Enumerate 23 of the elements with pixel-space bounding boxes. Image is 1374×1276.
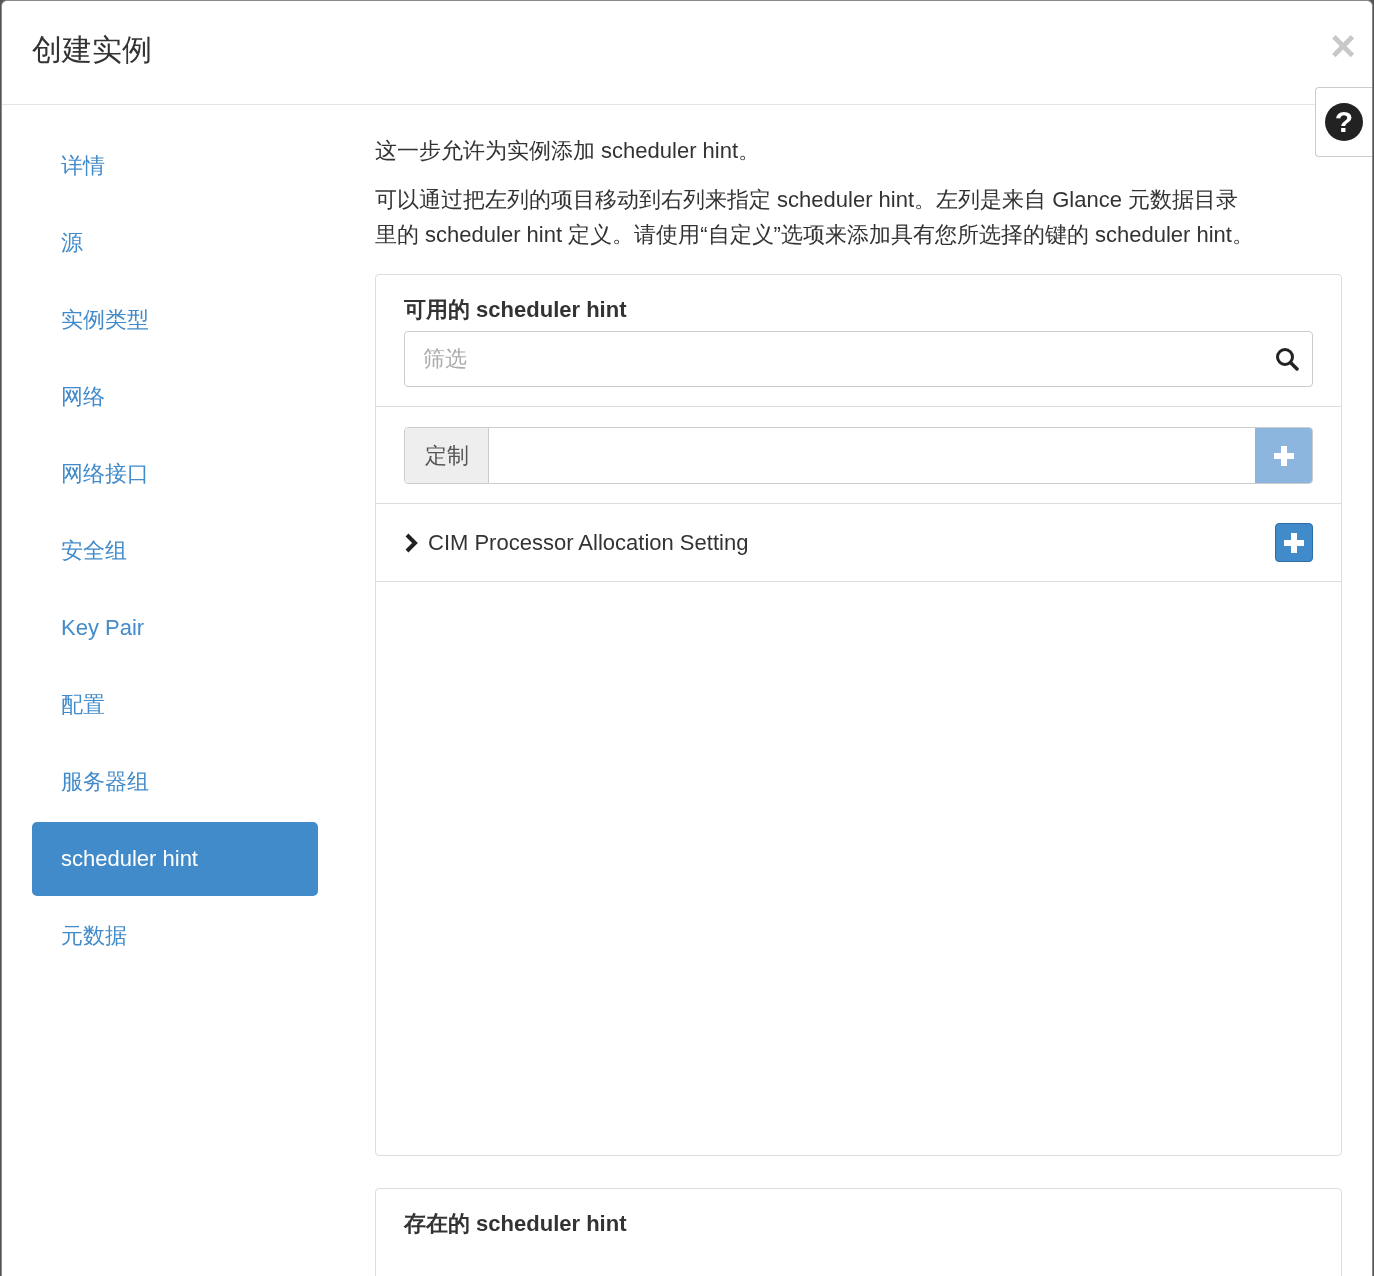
chevron-right-icon[interactable] xyxy=(404,532,420,553)
sidebar-item[interactable]: 实例类型 xyxy=(32,283,318,357)
sidebar-item[interactable]: 源 xyxy=(32,206,318,280)
help-button[interactable]: ? xyxy=(1315,87,1372,157)
window-title: 创建实例 xyxy=(32,32,152,68)
sidebar-item[interactable]: scheduler hint xyxy=(32,822,318,896)
sidebar-item[interactable]: 网络接口 xyxy=(32,437,318,511)
add-button[interactable] xyxy=(1275,523,1313,562)
sidebar-item[interactable]: 网络 xyxy=(32,360,318,434)
panel-title: 可用的 scheduler hint xyxy=(404,296,628,324)
description-text: 这一步允许为实例添加 scheduler hint。 xyxy=(375,137,762,165)
sidebar-item[interactable]: 服务器组 xyxy=(32,745,318,819)
plus-icon xyxy=(1284,532,1304,553)
sidebar-item[interactable]: 元数据 xyxy=(32,899,318,973)
search-icon xyxy=(1275,347,1299,371)
sidebar-item[interactable]: Key Pair xyxy=(32,591,318,665)
sidebar-item[interactable]: 详情 xyxy=(32,129,318,203)
sidebar-item[interactable]: 配置 xyxy=(32,668,318,742)
panel-title: 存在的 scheduler hint xyxy=(402,1210,628,1238)
hint-label: CIM Processor Allocation Setting xyxy=(428,529,750,556)
description-text: 可以通过把左列的项目移动到右列来指定 scheduler hint。左列是来自 Glance 元数据目录里的 scheduler hint 定义。请使用“自定义”选项来添加具有您所选择的键的 scheduler hint。 xyxy=(375,186,1255,249)
sidebar-item[interactable]: 安全组 xyxy=(32,514,318,588)
filter-field[interactable]: 筛选 xyxy=(404,331,1313,387)
